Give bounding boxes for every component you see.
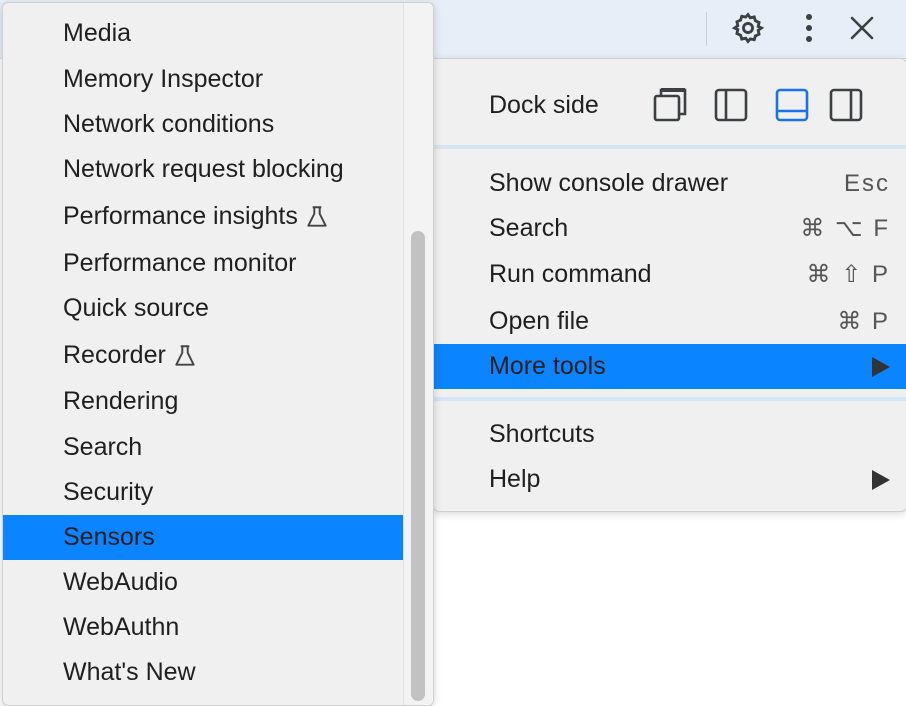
undock-icon[interactable]: [650, 85, 690, 125]
submenu-item-label: Security: [63, 478, 154, 506]
menu-item-shortcut: ⌘ P: [837, 308, 890, 335]
menu-item-shortcut: Esc: [843, 169, 890, 197]
submenu-item-label: Recorder: [63, 341, 166, 369]
menu-item-label: Search: [489, 214, 569, 242]
more-options-icon[interactable]: [789, 8, 829, 48]
menu-separator: [434, 397, 906, 401]
experiment-flask-icon: [172, 343, 198, 369]
customize-devtools-menu: Dock side Show console drawer Esc Search…: [433, 58, 906, 512]
submenu-item-whats-new[interactable]: What's New: [3, 650, 403, 695]
submenu-item-label: WebAudio: [63, 568, 178, 596]
submenu-item-label: Memory Inspector: [63, 65, 264, 93]
menu-item-label: Run command: [489, 260, 652, 288]
submenu-item-label: Performance insights: [63, 202, 298, 230]
close-icon[interactable]: [842, 8, 882, 48]
menu-item-open-file[interactable]: Open file ⌘ P: [434, 299, 906, 344]
submenu-item-label: Media: [63, 19, 132, 47]
submenu-item-label: Search: [63, 433, 143, 461]
dock-side-label: Dock side: [489, 91, 599, 119]
dock-bottom-icon[interactable]: [772, 85, 812, 125]
menu-item-label: Show console drawer: [489, 169, 729, 197]
submenu-item-label: Quick source: [63, 294, 209, 322]
submenu-item-network-conditions[interactable]: Network conditions: [3, 102, 403, 147]
menu-item-search[interactable]: Search ⌘ ⌥ F: [434, 206, 906, 251]
submenu-arrow-icon: [872, 356, 890, 377]
submenu-item-performance-insights[interactable]: Performance insights: [3, 194, 403, 239]
submenu-item-quick-source[interactable]: Quick source: [3, 286, 403, 331]
submenu-item-sensors[interactable]: Sensors: [3, 515, 403, 560]
menu-item-more-tools[interactable]: More tools: [434, 344, 906, 389]
experiment-flask-icon: [304, 204, 330, 230]
submenu-item-memory-inspector[interactable]: Memory Inspector: [3, 57, 403, 102]
dock-side-row: Dock side: [434, 79, 906, 129]
submenu-item-label: Network request blocking: [63, 155, 344, 183]
menu-separator: [434, 145, 906, 149]
submenu-item-label: WebAuthn: [63, 613, 180, 641]
dock-left-icon[interactable]: [711, 85, 751, 125]
toolbar-divider: [706, 12, 707, 46]
menu-item-label: More tools: [489, 352, 606, 380]
submenu-item-label: Sensors: [63, 523, 155, 551]
submenu-item-label: Network conditions: [63, 110, 275, 138]
submenu-item-label: Rendering: [63, 387, 179, 415]
menu-item-help[interactable]: Help: [434, 457, 906, 502]
submenu-item-rendering[interactable]: Rendering: [3, 379, 403, 424]
submenu-item-recorder[interactable]: Recorder: [3, 333, 403, 378]
submenu-scrollbar-thumb[interactable]: [411, 231, 425, 701]
menu-item-shortcuts[interactable]: Shortcuts: [434, 412, 906, 457]
menu-item-show-console-drawer[interactable]: Show console drawer Esc: [434, 161, 906, 206]
submenu-item-search[interactable]: Search: [3, 425, 403, 470]
settings-gear-icon[interactable]: [728, 8, 768, 48]
more-tools-submenu: Media Memory Inspector Network condition…: [2, 2, 434, 706]
menu-item-shortcut: ⌘ ⌥ F: [800, 215, 890, 242]
menu-item-label: Help: [489, 465, 541, 493]
submenu-arrow-icon: [872, 469, 890, 490]
dock-right-icon[interactable]: [826, 85, 866, 125]
submenu-item-label: Performance monitor: [63, 249, 297, 277]
submenu-item-label: What's New: [63, 658, 196, 686]
submenu-item-webaudio[interactable]: WebAudio: [3, 560, 403, 605]
menu-item-label: Open file: [489, 307, 590, 335]
submenu-item-performance-monitor[interactable]: Performance monitor: [3, 241, 403, 286]
menu-item-run-command[interactable]: Run command ⌘ ⇧ P: [434, 252, 906, 297]
submenu-item-network-request-blocking[interactable]: Network request blocking: [3, 147, 403, 192]
submenu-item-media[interactable]: Media: [3, 11, 403, 56]
menu-item-label: Shortcuts: [489, 420, 595, 448]
submenu-item-security[interactable]: Security: [3, 470, 403, 515]
submenu-item-webauthn[interactable]: WebAuthn: [3, 605, 403, 650]
menu-item-shortcut: ⌘ ⇧ P: [806, 261, 890, 288]
